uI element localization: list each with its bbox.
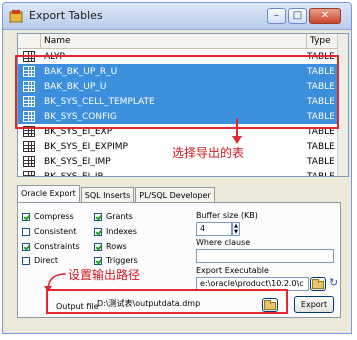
- where-clause-input[interactable]: [196, 249, 334, 263]
- triggers-check-icon: [94, 256, 102, 265]
- maximize-button[interactable]: □: [288, 8, 307, 24]
- table-grid-icon: [18, 139, 40, 154]
- row-name: BK_SYS_EI_EXPIMP: [44, 141, 128, 152]
- table-grid-icon: [18, 169, 40, 176]
- consistent-check-icon: [22, 227, 30, 236]
- rows-checkbox[interactable]: Rows: [94, 242, 127, 251]
- buffer-size-label: Buffer size (KB): [196, 211, 258, 220]
- rows-label: Rows: [106, 242, 127, 251]
- triggers-label: Triggers: [106, 256, 138, 265]
- window-title: Export Tables: [29, 9, 103, 22]
- compress-check-icon: [22, 212, 30, 221]
- list-header: Name Type: [18, 34, 348, 49]
- consistent-label: Consistent: [34, 227, 77, 236]
- title-bar: Export Tables – □ ✕: [3, 3, 351, 30]
- tab-sql-inserts[interactable]: SQL Inserts: [80, 187, 135, 202]
- export-button[interactable]: Export: [294, 296, 334, 313]
- where-clause-label: Where clause: [196, 238, 251, 247]
- rows-check-icon: [94, 242, 102, 251]
- close-button[interactable]: ✕: [309, 8, 341, 24]
- compress-checkbox[interactable]: Compress: [22, 212, 74, 221]
- grants-check-icon: [94, 212, 102, 221]
- tab-oracle-export[interactable]: Oracle Export: [17, 185, 80, 202]
- direct-check-icon: [22, 256, 30, 265]
- constraints-checkbox[interactable]: Constraints: [22, 242, 80, 251]
- indexes-checkbox[interactable]: Indexes: [94, 227, 137, 236]
- output-file-highlight: [46, 289, 288, 314]
- direct-label: Direct: [34, 256, 58, 265]
- table-grid-icon: [18, 154, 40, 169]
- indexes-label: Indexes: [106, 227, 137, 236]
- row-name: BK_SYS_EI_IP: [44, 171, 103, 177]
- compress-label: Compress: [34, 212, 74, 221]
- minimize-button[interactable]: –: [267, 8, 286, 24]
- consistent-checkbox[interactable]: Consistent: [22, 227, 76, 236]
- name-column-header[interactable]: Name: [41, 34, 307, 48]
- buffer-size-spinner[interactable]: ▲ ▼: [232, 222, 240, 236]
- export-executable-label: Export Executable: [196, 266, 269, 275]
- table-icon: [23, 156, 35, 167]
- select-tables-annotation: 选择导出的表: [172, 146, 245, 160]
- table-row[interactable]: BK_SYS_EI_IP TABLE: [18, 169, 348, 177]
- tab-plsql-developer[interactable]: PL/SQL Developer: [135, 187, 215, 202]
- constraints-check-icon: [22, 242, 30, 251]
- row-name: BK_SYS_EI_IMP: [44, 156, 111, 167]
- indexes-check-icon: [94, 227, 102, 236]
- selected-tables-highlight: [15, 55, 339, 129]
- buffer-size-input[interactable]: 4: [196, 222, 232, 236]
- table-icon: [23, 171, 35, 176]
- refresh-icon[interactable]: ↻: [329, 276, 338, 289]
- direct-checkbox[interactable]: Direct: [22, 256, 58, 265]
- icon-column-header: [18, 34, 41, 48]
- constraints-label: Constraints: [34, 242, 80, 251]
- grants-label: Grants: [106, 212, 133, 221]
- folder-icon: [312, 279, 324, 289]
- export-app-icon: [9, 10, 23, 23]
- output-path-annotation: 设置输出路径: [68, 268, 141, 282]
- option-tabs: Oracle Export SQL Inserts PL/SQL Develop…: [17, 185, 216, 202]
- table-icon: [23, 141, 35, 152]
- browse-executable-button[interactable]: [310, 277, 326, 291]
- down-arrow-icon: [232, 118, 242, 144]
- triggers-checkbox[interactable]: Triggers: [94, 256, 138, 265]
- grants-checkbox[interactable]: Grants: [94, 212, 133, 221]
